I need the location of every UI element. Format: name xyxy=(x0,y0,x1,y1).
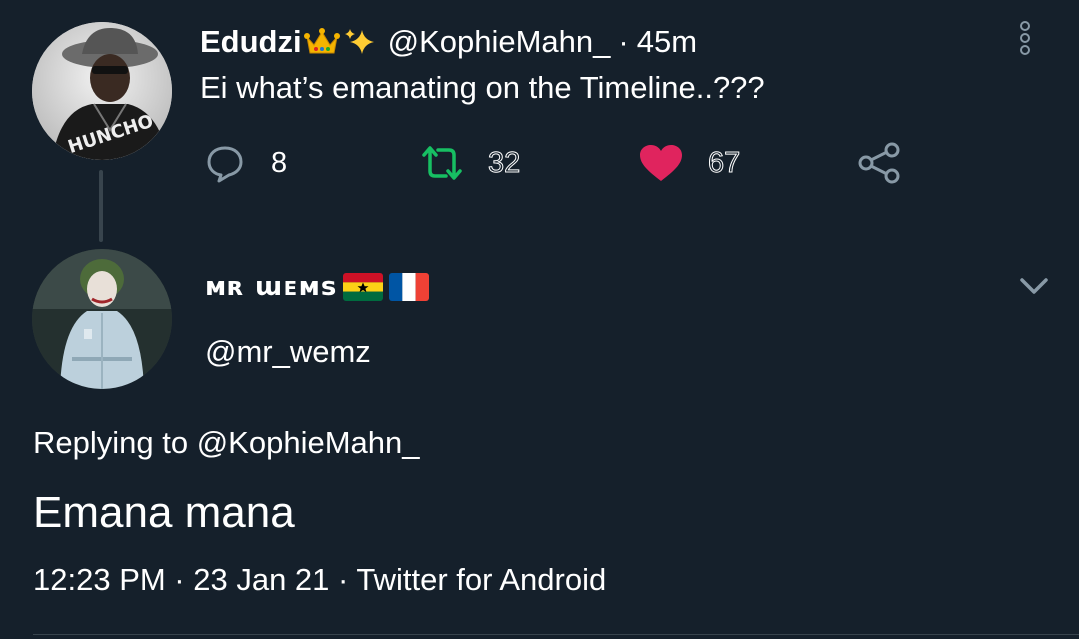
parent-tweet-text: Ei what’s emanating on the Timeline..??? xyxy=(200,70,765,105)
parent-avatar[interactable]: HUNCHO xyxy=(32,22,172,160)
retweet-icon xyxy=(422,146,462,180)
chevron-down-icon[interactable] xyxy=(1018,274,1050,298)
crown-emoji-icon xyxy=(303,27,340,57)
like-count: 67 xyxy=(707,146,741,179)
tweet-meta-timestamp: 12:23 PM · 23 Jan 21 · Twitter for Andro… xyxy=(33,562,607,597)
parent-display-name[interactable]: Edudzi xyxy=(200,24,302,60)
ghana-flag-icon xyxy=(343,273,384,301)
reply-handle[interactable]: @mr_wemz xyxy=(205,334,371,370)
replying-to-label[interactable]: Replying to @KophieMahn_ xyxy=(33,425,420,461)
parent-action-bar: 8 32 67 xyxy=(0,142,1079,184)
reply-tweet-text: Emana mana xyxy=(33,488,295,537)
retweet-count: 32 xyxy=(487,146,521,179)
france-flag-icon xyxy=(389,273,430,301)
share-icon xyxy=(858,142,900,184)
reply-button[interactable]: 8 xyxy=(205,142,287,184)
heart-icon xyxy=(640,145,682,181)
reply-display-name[interactable]: ᴍʀ ɯᴇᴍѕ xyxy=(205,272,337,302)
parent-handle[interactable]: @KophieMahn_ xyxy=(388,24,611,60)
reply-avatar[interactable] xyxy=(32,249,172,389)
header-separator: · xyxy=(618,24,629,59)
divider xyxy=(33,634,1079,635)
like-button[interactable]: 67 xyxy=(638,142,741,184)
reply-count: 8 xyxy=(271,146,288,179)
parent-timestamp[interactable]: 45m xyxy=(637,24,697,60)
retweet-button[interactable]: 32 xyxy=(418,142,521,184)
sparkles-emoji-icon xyxy=(342,27,378,57)
more-options-icon[interactable] xyxy=(1010,18,1040,58)
share-button[interactable] xyxy=(858,142,902,184)
reply-icon xyxy=(207,146,243,183)
tweet-thread: HUNCHO Edudzi @KophieMahn_ · 45m Ei what… xyxy=(0,0,1079,639)
reply-name-row: ᴍʀ ɯᴇᴍѕ xyxy=(205,272,430,302)
parent-tweet-header: Edudzi @KophieMahn_ · 45m xyxy=(200,24,697,60)
